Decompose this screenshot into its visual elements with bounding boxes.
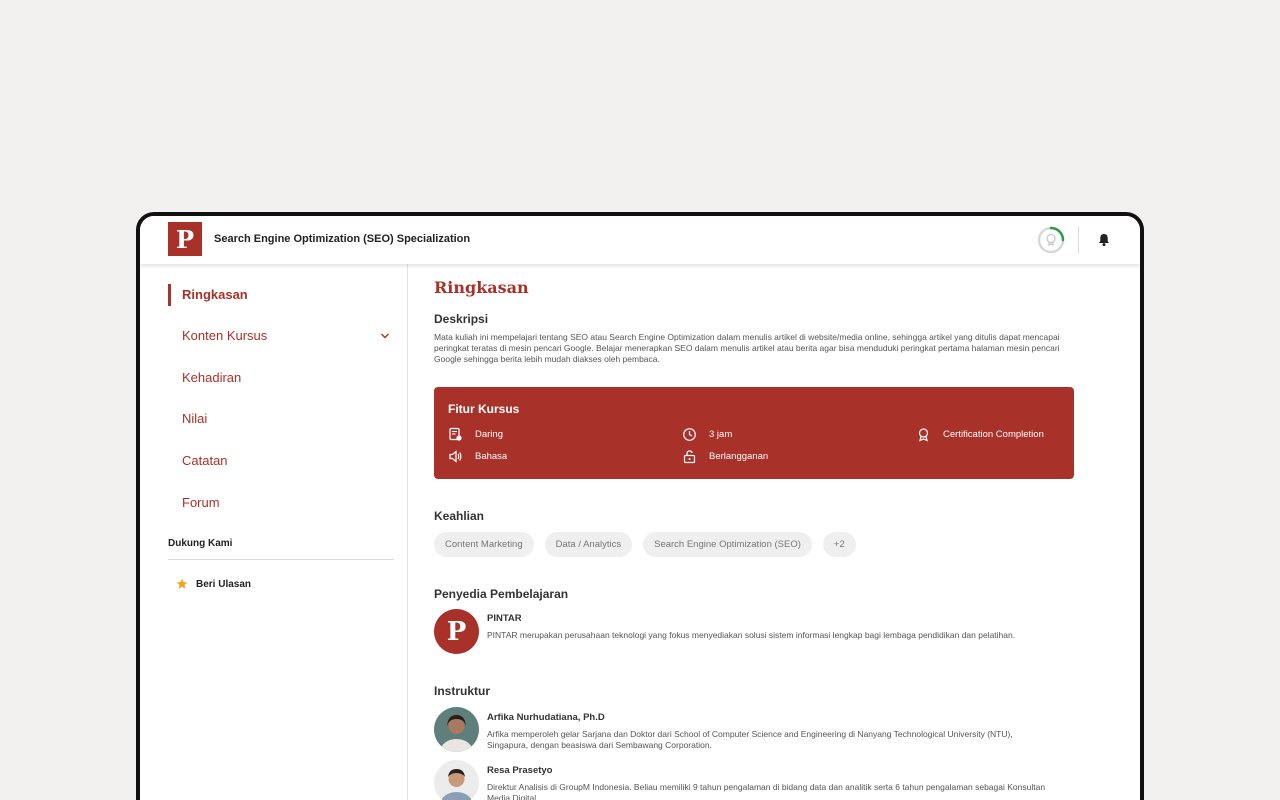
feature-mode-label: Daring (475, 429, 503, 440)
star-icon (176, 578, 188, 589)
online-device-icon (449, 427, 462, 441)
chevron-down-icon[interactable] (380, 331, 390, 341)
course-title: Search Engine Optimization (SEO) Special… (214, 233, 471, 245)
page-title: Ringkasan (434, 278, 529, 297)
speaker-icon (449, 450, 462, 463)
instructor-name: Arfika Nurhudatiana, Ph.D (487, 712, 605, 723)
sidebar-item-label: Nilai (182, 411, 208, 426)
unlock-icon (683, 450, 696, 464)
skill-chip[interactable]: Data / Analytics (544, 532, 633, 557)
sidebar-item-forum[interactable]: Forum (168, 492, 390, 514)
sidebar-item-label: Konten Kursus (182, 328, 268, 343)
sidebar-item-label: Kehadiran (182, 370, 242, 385)
bell-icon[interactable] (1096, 232, 1112, 248)
sidebar-item-kehadiran[interactable]: Kehadiran (168, 367, 390, 389)
support-heading: Dukung Kami (168, 538, 233, 549)
avatar[interactable] (434, 760, 479, 800)
instructor-heading: Instruktur (434, 684, 491, 698)
skill-chip[interactable]: Content Marketing (434, 532, 534, 557)
certificate-badge-icon (918, 428, 929, 442)
progress-ring-icon[interactable] (1037, 226, 1065, 254)
sidebar-item-ringkasan[interactable]: Ringkasan (168, 284, 390, 306)
divider (168, 559, 394, 560)
sidebar-item-label: Catatan (182, 453, 228, 468)
app-logo[interactable]: P (168, 222, 202, 256)
feature-language-label: Bahasa (475, 451, 508, 462)
feature-access-label: Berlangganan (709, 451, 769, 462)
main-content: Ringkasan Deskripsi Mata kuliah ini memp… (434, 264, 1124, 800)
sidebar-item-konten-kursus[interactable]: Konten Kursus (168, 325, 390, 347)
skills-heading: Keahlian (434, 509, 485, 523)
feature-access: Berlangganan (682, 449, 768, 464)
avatar[interactable] (434, 707, 479, 752)
provider-heading: Penyedia Pembelajaran (434, 587, 569, 601)
sidebar-item-catatan[interactable]: Catatan (168, 450, 390, 472)
feature-language: Bahasa (448, 449, 507, 464)
instructor-description: Arfika memperoleh gelar Sarjana dan Dokt… (487, 729, 1013, 750)
provider-logo[interactable]: P (434, 609, 479, 654)
sidebar: Ringkasan Konten Kursus Kehadiran Nilai … (140, 264, 408, 800)
more-skills-chip[interactable]: +2 (822, 532, 856, 557)
feature-certificate-label: Certification Completion (943, 429, 1044, 440)
review-label: Beri Ulasan (196, 578, 252, 590)
instructor-description: Direktur Analisis di GroupM Indonesia. B… (487, 782, 1046, 800)
review-link[interactable]: Beri Ulasan (176, 578, 251, 590)
feature-certificate: Certification Completion (916, 427, 1044, 442)
app-window: P Search Engine Optimization (SEO) Speci… (136, 212, 1144, 800)
feature-mode: Daring (448, 427, 503, 442)
sidebar-item-label: Ringkasan (182, 287, 248, 302)
feature-card: Fitur Kursus Daring Bahasa 3 jam Berlang… (434, 387, 1074, 479)
description-text: Mata kuliah ini mempelajari tentang SEO … (434, 332, 1060, 364)
instructor-name: Resa Prasetyo (487, 765, 553, 776)
description-heading: Deskripsi (434, 312, 489, 326)
feature-title: Fitur Kursus (448, 402, 520, 416)
feature-duration-label: 3 jam (709, 429, 733, 440)
top-bar: P Search Engine Optimization (SEO) Speci… (140, 216, 1140, 264)
feature-duration: 3 jam (682, 427, 732, 442)
skill-chip[interactable]: Search Engine Optimization (SEO) (643, 532, 812, 557)
provider-name: PINTAR (487, 613, 522, 624)
sidebar-item-nilai[interactable]: Nilai (168, 408, 390, 430)
clock-icon (683, 428, 696, 441)
skill-chips: Content Marketing Data / Analytics Searc… (434, 532, 856, 557)
provider-description: PINTAR merupakan perusahaan teknologi ya… (487, 630, 1016, 640)
sidebar-item-label: Forum (182, 495, 220, 510)
header-divider (1078, 226, 1079, 254)
